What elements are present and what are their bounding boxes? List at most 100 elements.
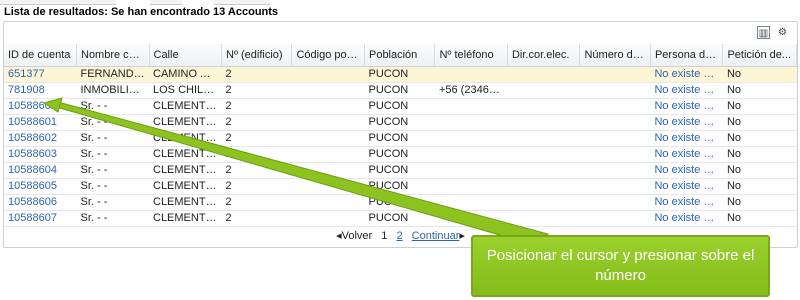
table-cell: No [722, 194, 797, 211]
results-title: Lista de resultados: Se han encontrado 1… [4, 6, 279, 18]
table-cell: 2 [221, 178, 292, 195]
results-table: ID de cuenta Nombre com... Calle Nº (edific… [4, 44, 797, 227]
table-cell: Sr. - - [76, 162, 149, 179]
account-id-link[interactable]: 651377 [4, 66, 77, 83]
table-cell: Sr. - - [76, 114, 149, 131]
table-row[interactable]: 651377 FERNANDO... CAMINO AL... 2 PUCON No ex… [4, 66, 797, 83]
table-row[interactable]: 10588600 Sr. - - CLEMENTE... 2 PUCON No exist… [4, 98, 797, 115]
table-cell: No [722, 162, 797, 179]
contact-person-link[interactable]: No existe nin... [650, 146, 723, 163]
column-header[interactable]: Población [364, 44, 436, 67]
table-cell [579, 130, 651, 147]
table-cell: Sr. - - [76, 146, 149, 163]
table-cell [507, 178, 580, 195]
contact-person-link[interactable]: No existe nin... [650, 210, 723, 227]
table-cell [579, 162, 651, 179]
column-header[interactable]: ID de cuenta [4, 44, 77, 67]
table-cell: CLEMENTE... [149, 194, 222, 211]
table-cell [434, 114, 508, 131]
column-header[interactable]: Petición de... [722, 44, 797, 67]
account-id-link[interactable]: 10588600 [4, 98, 77, 115]
table-cell: No [722, 210, 797, 227]
tab-segment [214, 0, 270, 5]
table-cell [291, 162, 365, 179]
tab-segment [150, 0, 182, 5]
table-cell: 2 [221, 98, 292, 115]
contact-person-link[interactable]: No existe nin... [650, 114, 723, 131]
table-cell: Sr. - - [76, 210, 149, 227]
table-cell: No [722, 82, 797, 99]
table-cell [291, 82, 365, 99]
table-cell [291, 178, 365, 195]
table-row[interactable]: 10588603 Sr. - - CLEMENTE... 2 PUCON No exist… [4, 146, 797, 163]
table-cell [434, 178, 508, 195]
contact-person-link[interactable]: No existe nin... [650, 98, 723, 115]
contact-person-link[interactable]: No existe nin... [650, 162, 723, 179]
back-button[interactable]: ◂Volver [336, 230, 372, 242]
table-row[interactable]: 10588607 Sr. - - CLEMENTE... 2 PUCON No exist… [4, 210, 797, 227]
table-cell: PUCON [364, 210, 435, 227]
column-header[interactable]: Número de fax [579, 44, 651, 67]
table-cell: PUCON [364, 114, 435, 131]
table-cell: No [722, 130, 797, 147]
back-label: Volver [341, 230, 373, 242]
table-cell: 2 [221, 194, 292, 211]
table-header-row: ID de cuenta Nombre com... Calle Nº (edific… [4, 44, 797, 67]
account-id-link[interactable]: 10588605 [4, 178, 77, 195]
next-label: Continuar [411, 230, 460, 242]
table-cell [434, 66, 508, 83]
table-row[interactable]: 10588605 Sr. - - CLEMENTE... 2 PUCON No exist… [4, 178, 797, 195]
next-button[interactable]: Continuar▸ [412, 230, 465, 242]
account-id-link[interactable]: 781908 [4, 82, 77, 99]
table-cell [434, 194, 508, 211]
table-row[interactable]: 781908 INMOBILIAR... LOS CHILCOS 2 PUCON +56 … [4, 82, 797, 99]
chart-icon[interactable]: ▥ [757, 26, 770, 39]
account-id-link[interactable]: 10588606 [4, 194, 77, 211]
column-header[interactable]: Calle [149, 44, 222, 67]
table-cell: No [722, 146, 797, 163]
table-cell [579, 146, 651, 163]
account-id-link[interactable]: 10588603 [4, 146, 77, 163]
contact-person-link[interactable]: No existe nin... [650, 194, 723, 211]
table-cell [579, 210, 651, 227]
table-cell: No [722, 66, 797, 83]
table-cell: Sr. - - [76, 194, 149, 211]
contact-person-link[interactable]: No existe nin... [650, 130, 723, 147]
column-header[interactable]: Nombre com... [76, 44, 150, 67]
table-cell: PUCON [364, 162, 435, 179]
table-cell: 2 [221, 210, 292, 227]
table-cell [579, 98, 651, 115]
account-id-link[interactable]: 10588602 [4, 130, 77, 147]
account-id-link[interactable]: 10588604 [4, 162, 77, 179]
table-cell: PUCON [364, 178, 435, 195]
column-header[interactable]: Nº (edificio) [221, 44, 293, 67]
table-cell [579, 114, 651, 131]
table-row[interactable]: 10588602 Sr. - - CLEMENTE... 2 PUCON No exist… [4, 130, 797, 147]
table-row[interactable]: 10588606 Sr. - - CLEMENTE... 2 PUCON No exist… [4, 194, 797, 211]
account-id-link[interactable]: 10588607 [4, 210, 77, 227]
gear-icon[interactable]: ⚙ [776, 26, 789, 39]
table-cell: CLEMENTE... [149, 162, 222, 179]
table-cell [507, 98, 580, 115]
table-cell [507, 162, 580, 179]
table-row[interactable]: 10588601 Sr. - - CLEMENTE... 2 PUCON No exist… [4, 114, 797, 131]
contact-person-link[interactable]: No existe nin... [650, 82, 723, 99]
column-header[interactable]: Persona de... [650, 44, 724, 67]
table-cell [434, 130, 508, 147]
table-cell: PUCON [364, 146, 435, 163]
contact-person-link[interactable]: No existe nin... [650, 66, 723, 83]
column-header[interactable]: Nº teléfono [434, 44, 508, 67]
table-cell: CLEMENTE... [149, 130, 222, 147]
column-header[interactable]: Código postal [291, 44, 365, 67]
table-cell: CLEMENTE... [149, 178, 222, 195]
table-cell [579, 178, 651, 195]
table-cell [507, 210, 580, 227]
account-id-link[interactable]: 10588601 [4, 114, 77, 131]
page-2-link[interactable]: 2 [396, 230, 402, 242]
table-cell: 2 [221, 66, 292, 83]
table-row[interactable]: 10588604 Sr. - - CLEMENTE... 2 PUCON No exist… [4, 162, 797, 179]
column-header[interactable]: Dir.cor.elec. [507, 44, 581, 67]
table-cell: Sr. - - [76, 178, 149, 195]
contact-person-link[interactable]: No existe nin... [650, 178, 723, 195]
table-cell: CLEMENTE... [149, 210, 222, 227]
